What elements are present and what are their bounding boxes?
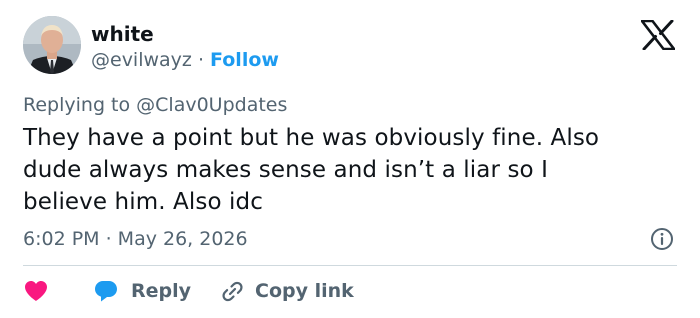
heart-icon[interactable] [23, 279, 49, 303]
separator-dot: · [197, 49, 204, 71]
copy-link-label: Copy link [255, 280, 354, 302]
reply-label: Reply [131, 280, 192, 302]
person-avatar-icon [23, 16, 81, 74]
tweet-text-line: dude always makes sense and isn’t a liar… [23, 157, 548, 183]
x-logo-icon[interactable] [640, 19, 676, 51]
speech-bubble-icon [93, 279, 119, 303]
reply-button[interactable]: Reply [93, 279, 191, 303]
tweet-text-line: believe him. Also idc [23, 189, 263, 215]
link-icon [219, 279, 245, 303]
follow-button[interactable]: Follow [210, 49, 279, 71]
copy-link-button[interactable]: Copy link [219, 279, 354, 303]
info-icon[interactable] [650, 227, 674, 251]
reply-context[interactable]: Replying to @Clav0Updates [23, 92, 287, 118]
author-handle[interactable]: @evilwayz [91, 49, 192, 71]
author-name[interactable]: white [91, 22, 154, 46]
action-bar: Reply Copy link [23, 276, 354, 306]
author-handle-row: @evilwayz · Follow [91, 48, 279, 72]
tweet-text-line: They have a point but he was obviously f… [23, 125, 600, 151]
divider [23, 265, 677, 266]
tweet-card: white @evilwayz · Follow Replying to @Cl… [0, 0, 700, 318]
avatar[interactable] [23, 16, 81, 74]
tweet-text: They have a point but he was obviously f… [23, 122, 673, 218]
tweet-timestamp[interactable]: 6:02 PM · May 26, 2026 [23, 226, 248, 252]
